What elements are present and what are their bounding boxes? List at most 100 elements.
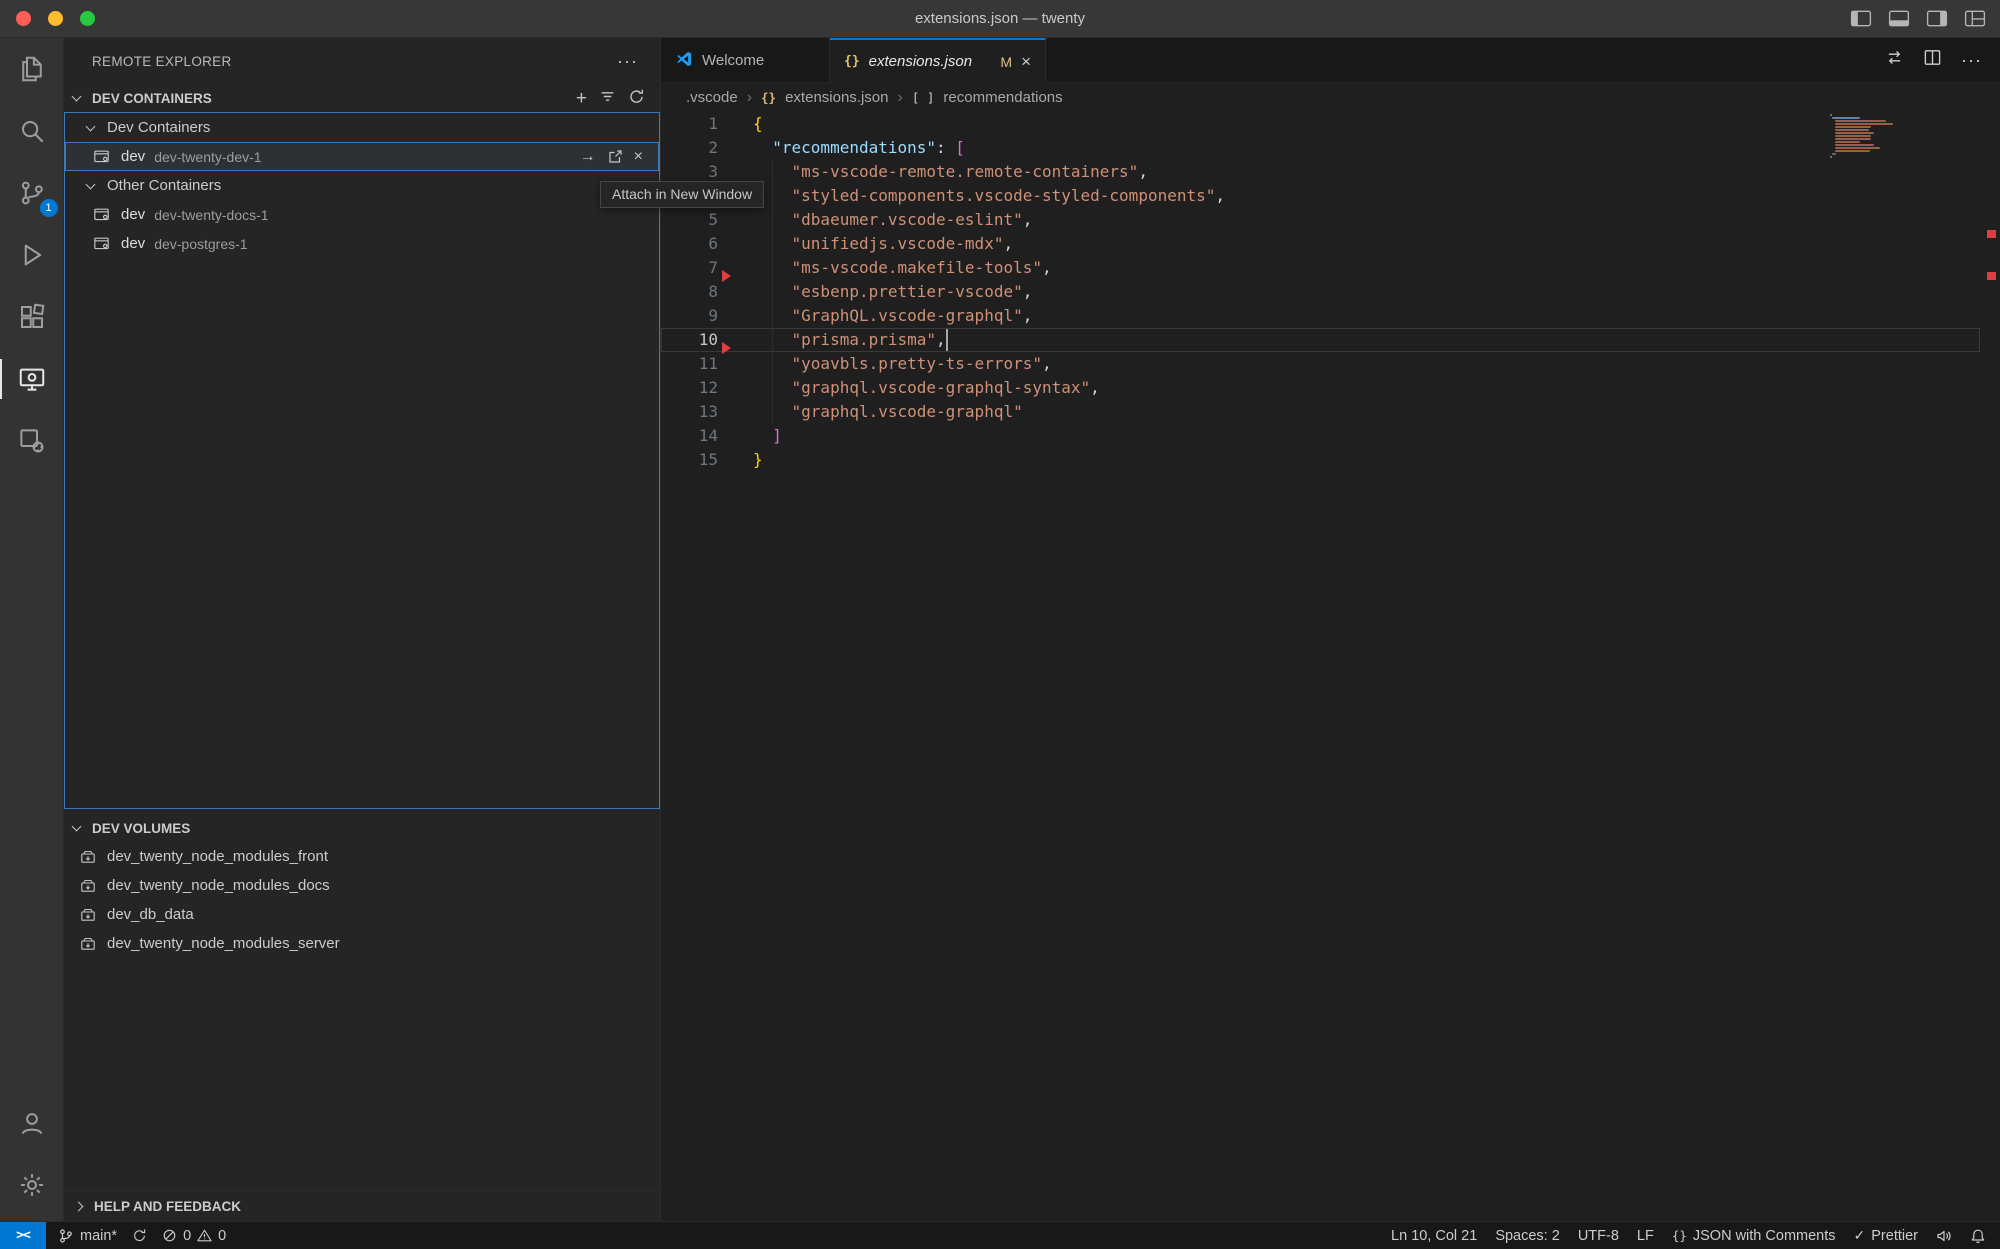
code-line[interactable]: 14 ] bbox=[661, 424, 1980, 448]
add-icon[interactable]: + bbox=[576, 89, 587, 108]
line-number[interactable]: 10 bbox=[661, 328, 718, 352]
code-line[interactable]: 5 "dbaeumer.vscode-eslint", bbox=[661, 208, 1980, 232]
refresh-icon[interactable] bbox=[628, 88, 645, 108]
run-debug-icon[interactable] bbox=[0, 227, 64, 283]
toggle-primary-sidebar-icon[interactable] bbox=[1850, 10, 1872, 27]
attach-in-new-window-icon[interactable] bbox=[607, 149, 623, 165]
volume-icon bbox=[80, 907, 96, 923]
tab-welcome[interactable]: Welcome bbox=[661, 38, 830, 83]
volume-item[interactable]: dev_twenty_node_modules_docs bbox=[64, 871, 659, 900]
container-item[interactable]: devdev-twenty-docs-1 bbox=[65, 200, 659, 229]
line-number[interactable]: 11 bbox=[661, 352, 718, 376]
language-mode-item[interactable]: {} JSON with Comments bbox=[1672, 1228, 1836, 1244]
explorer-icon[interactable] bbox=[0, 41, 64, 97]
formatter-item[interactable]: ✓ Prettier bbox=[1854, 1227, 1918, 1244]
code-line[interactable]: 12 "graphql.vscode-graphql-syntax", bbox=[661, 376, 1980, 400]
extensions-icon[interactable] bbox=[0, 289, 64, 345]
line-number[interactable]: 8 bbox=[661, 280, 718, 304]
close-tab-icon[interactable]: × bbox=[1021, 53, 1031, 70]
tab-label: Welcome bbox=[702, 52, 764, 69]
code-line[interactable]: 15} bbox=[661, 448, 1980, 472]
remote-explorer-icon[interactable] bbox=[0, 351, 64, 407]
cursor-position-item[interactable]: Ln 10, Col 21 bbox=[1391, 1228, 1477, 1244]
code-editor[interactable]: 1{2 "recommendations": [3 "ms-vscode-rem… bbox=[661, 112, 2000, 1221]
breadcrumb-symbol[interactable]: recommendations bbox=[943, 89, 1062, 106]
line-number[interactable]: 15 bbox=[661, 448, 718, 472]
section-help-and-feedback[interactable]: HELP AND FEEDBACK bbox=[64, 1190, 659, 1221]
line-number[interactable]: 13 bbox=[661, 400, 718, 424]
line-number[interactable]: 14 bbox=[661, 424, 718, 448]
code-line[interactable]: 10 "prisma.prisma", bbox=[661, 328, 1980, 352]
tab-bar: Welcome {} extensions.json M × ··· bbox=[661, 38, 2000, 83]
line-text: "GraphQL.vscode-graphql", bbox=[718, 304, 1032, 328]
code-line[interactable]: 4 "styled-components.vscode-styled-compo… bbox=[661, 184, 1980, 208]
chevron-down-icon bbox=[86, 121, 96, 131]
git-branch-item[interactable]: main* bbox=[58, 1228, 117, 1244]
line-number[interactable]: 9 bbox=[661, 304, 718, 328]
line-text: "unifiedjs.vscode-mdx", bbox=[718, 232, 1013, 256]
code-line[interactable]: 7 "ms-vscode.makefile-tools", bbox=[661, 256, 1980, 280]
container-item[interactable]: devdev-twenty-dev-1→× bbox=[65, 142, 659, 171]
branch-name: main* bbox=[80, 1228, 117, 1244]
line-number[interactable]: 6 bbox=[661, 232, 718, 256]
window-title: extensions.json — twenty bbox=[0, 10, 2000, 27]
line-number[interactable]: 5 bbox=[661, 208, 718, 232]
attach-in-current-window-icon[interactable]: → bbox=[580, 149, 596, 165]
account-icon[interactable] bbox=[0, 1095, 64, 1151]
split-editor-icon[interactable] bbox=[1923, 48, 1942, 72]
section-dev-containers[interactable]: DEV CONTAINERS + bbox=[64, 84, 659, 112]
source-control-icon[interactable]: 1 bbox=[0, 165, 64, 221]
container-tools-icon[interactable] bbox=[0, 413, 64, 469]
filter-icon[interactable] bbox=[599, 88, 616, 108]
code-line[interactable]: 11 "yoavbls.pretty-ts-errors", bbox=[661, 352, 1980, 376]
line-number[interactable]: 12 bbox=[661, 376, 718, 400]
line-number[interactable]: 2 bbox=[661, 136, 718, 160]
volume-item[interactable]: dev_twenty_node_modules_front bbox=[64, 842, 659, 871]
feedback-icon[interactable] bbox=[1936, 1228, 1952, 1244]
code-line[interactable]: 9 "GraphQL.vscode-graphql", bbox=[661, 304, 1980, 328]
code-line[interactable]: 13 "graphql.vscode-graphql" bbox=[661, 400, 1980, 424]
encoding-item[interactable]: UTF-8 bbox=[1578, 1228, 1619, 1244]
breadcrumb-file[interactable]: extensions.json bbox=[785, 89, 888, 106]
section-dev-volumes[interactable]: DEV VOLUMES bbox=[64, 814, 659, 842]
indentation-item[interactable]: Spaces: 2 bbox=[1495, 1228, 1560, 1244]
toggle-secondary-sidebar-icon[interactable] bbox=[1926, 10, 1948, 27]
minimap[interactable] bbox=[1830, 114, 1894, 159]
container-item[interactable]: devdev-postgres-1 bbox=[65, 229, 659, 258]
line-text: "recommendations": [ bbox=[718, 136, 965, 160]
remote-indicator[interactable]: >< bbox=[0, 1222, 46, 1249]
line-number[interactable]: 1 bbox=[661, 112, 718, 136]
tab-extensions-json[interactable]: {} extensions.json M × bbox=[830, 38, 1046, 83]
line-text: { bbox=[718, 112, 763, 136]
code-line[interactable]: 2 "recommendations": [ bbox=[661, 136, 1980, 160]
git-modified-badge: M bbox=[1000, 54, 1012, 70]
open-changes-icon[interactable] bbox=[1885, 48, 1904, 72]
code-line[interactable]: 8 "esbenp.prettier-vscode", bbox=[661, 280, 1980, 304]
eol-item[interactable]: LF bbox=[1637, 1228, 1654, 1244]
line-number[interactable]: 7 bbox=[661, 256, 718, 280]
problems-item[interactable]: 0 0 bbox=[162, 1228, 226, 1244]
notifications-bell-icon[interactable] bbox=[1970, 1228, 1986, 1244]
tree-group[interactable]: Other Containers bbox=[65, 171, 659, 200]
code-line[interactable]: 3 "ms-vscode-remote.remote-containers", bbox=[661, 160, 1980, 184]
tooltip-attach-in-new-window: Attach in New Window bbox=[600, 181, 764, 208]
code-line[interactable]: 6 "unifiedjs.vscode-mdx", bbox=[661, 232, 1980, 256]
line-text: "prisma.prisma", bbox=[718, 328, 946, 352]
minimap-line bbox=[1832, 153, 1836, 155]
customize-layout-icon[interactable] bbox=[1964, 10, 1986, 27]
code-line[interactable]: 1{ bbox=[661, 112, 1980, 136]
breadcrumb-folder[interactable]: .vscode bbox=[686, 89, 738, 106]
remove-container-icon[interactable]: × bbox=[634, 149, 643, 165]
sync-changes-icon[interactable] bbox=[132, 1228, 147, 1243]
toggle-panel-icon[interactable] bbox=[1888, 10, 1910, 27]
more-actions-icon[interactable]: ··· bbox=[617, 51, 638, 72]
volume-item[interactable]: dev_db_data bbox=[64, 900, 659, 929]
more-actions-icon[interactable]: ··· bbox=[1961, 50, 1982, 71]
search-icon[interactable] bbox=[0, 103, 64, 159]
chevron-right-icon bbox=[74, 1201, 84, 1211]
settings-gear-icon[interactable] bbox=[0, 1157, 64, 1213]
volume-item[interactable]: dev_twenty_node_modules_server bbox=[64, 929, 659, 958]
tree-group[interactable]: Dev Containers bbox=[65, 113, 659, 142]
red-marker-icon bbox=[722, 270, 731, 282]
line-text: "graphql.vscode-graphql-syntax", bbox=[718, 376, 1100, 400]
